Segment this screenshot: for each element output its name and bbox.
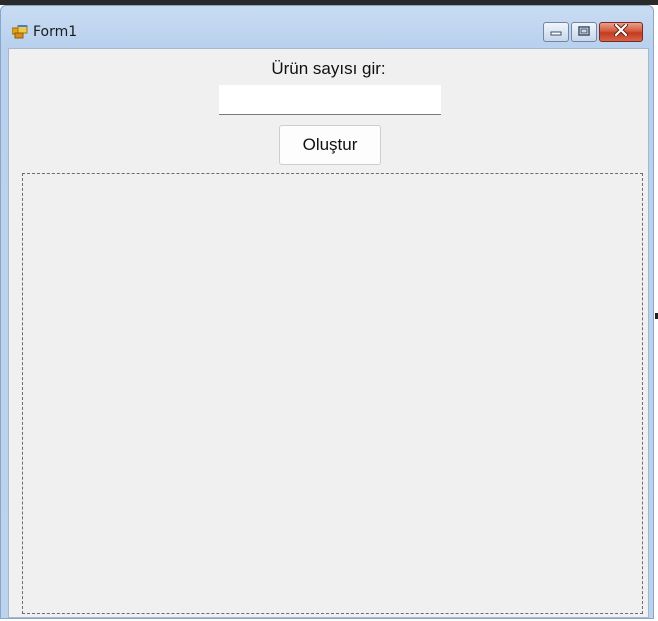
close-icon (614, 23, 628, 41)
minimize-icon (550, 23, 562, 41)
maximize-icon (578, 23, 590, 41)
close-button[interactable] (599, 22, 643, 42)
products-panel (22, 173, 643, 614)
caption-buttons (543, 22, 643, 44)
form-client-area: Ürün sayısı gir: Oluştur (8, 48, 649, 618)
title-bar[interactable]: Form1 (1, 6, 653, 48)
product-count-input[interactable] (219, 85, 441, 115)
maximize-button[interactable] (571, 22, 597, 42)
window-title: Form1 (33, 24, 78, 40)
form-app-icon[interactable] (11, 24, 28, 39)
minimize-button[interactable] (543, 22, 569, 42)
product-count-label: Ürün sayısı gir: (271, 59, 386, 78)
create-button[interactable]: Oluştur (279, 125, 381, 165)
form1-window: Form1 Ürün sayısı gir: Oluştur (0, 5, 654, 619)
